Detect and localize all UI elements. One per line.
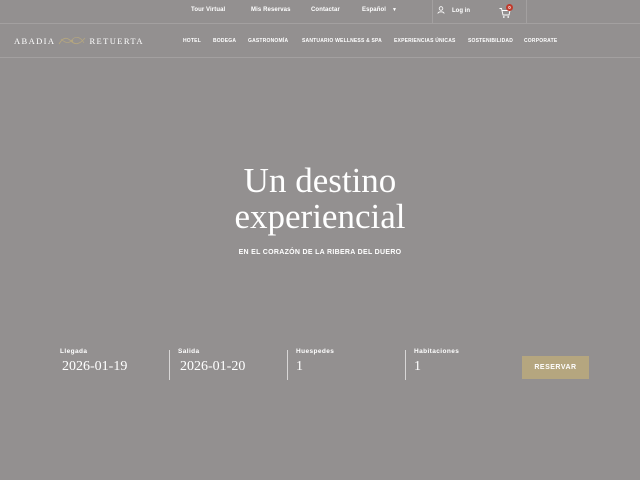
hero-title-line1: Un destino (243, 161, 397, 200)
brand-name-right: RETUERTA (89, 36, 144, 46)
divider (287, 350, 288, 380)
arrival-date-input[interactable]: 2026-01-19 (62, 359, 162, 375)
login-button[interactable]: Log in (437, 6, 470, 16)
brand-logo[interactable]: ABADIA RETUERTA (14, 34, 144, 48)
divider (432, 0, 433, 24)
nav-sostenibilidad[interactable]: SOSTENIBILIDAD (468, 38, 513, 44)
cart-count-badge: 0 (506, 4, 513, 11)
login-label: Log in (452, 8, 470, 14)
rooms-label: Habitaciones (414, 348, 460, 355)
nav-santuario-wellness-spa[interactable]: SANTUARIO WELLNESS & SPA (302, 38, 382, 44)
nav-bodega[interactable]: BODEGA (213, 38, 236, 44)
nav-gastronomia[interactable]: GASTRONOMÍA (248, 38, 288, 44)
top-utility-bar: Tour Virtual Mis Reservas Contactar Espa… (0, 0, 640, 24)
mis-reservas-link[interactable]: Mis Reservas (251, 7, 291, 13)
hero-title-line2: experiencial (234, 197, 406, 236)
language-label: Español (362, 7, 387, 13)
departure-field[interactable]: Salida 2026-01-20 (178, 348, 245, 374)
user-icon (437, 6, 445, 16)
brand-emblem-icon (59, 36, 86, 45)
departure-label: Salida (178, 348, 200, 355)
guests-field[interactable]: Huespedes 1 (296, 348, 335, 374)
reserve-button[interactable]: RESERVAR (522, 356, 589, 379)
chevron-down-icon: ▼ (392, 7, 398, 13)
language-selector[interactable]: Español ▼ (362, 7, 397, 13)
nav-experiencias-unicas[interactable]: EXPERIENCIAS ÚNICAS (394, 38, 456, 44)
rooms-field[interactable]: Habitaciones 1 (414, 348, 460, 374)
guests-input[interactable]: 1 (296, 359, 396, 375)
main-nav-bar: ABADIA RETUERTA HOTEL BODEGA GASTRONOMÍA… (0, 24, 640, 58)
rooms-input[interactable]: 1 (414, 359, 514, 375)
cart-button[interactable]: 0 (499, 4, 515, 19)
hero-title: Un destino experiencial (0, 163, 640, 235)
nav-hotel[interactable]: HOTEL (183, 38, 201, 44)
hero-subtitle: EN EL CORAZÓN DE LA RIBERA DEL DUERO (238, 249, 402, 256)
divider (526, 0, 527, 24)
departure-date-input[interactable]: 2026-01-20 (180, 359, 280, 375)
guests-label: Huespedes (296, 348, 335, 355)
contactar-link[interactable]: Contactar (311, 7, 340, 13)
divider (169, 350, 170, 380)
tour-virtual-link[interactable]: Tour Virtual (191, 7, 225, 13)
brand-name-left: ABADIA (14, 36, 56, 46)
divider (405, 350, 406, 380)
arrival-label: Llegada (60, 348, 88, 355)
arrival-field[interactable]: Llegada 2026-01-19 (60, 348, 127, 374)
nav-corporate[interactable]: CORPORATE (524, 38, 557, 44)
